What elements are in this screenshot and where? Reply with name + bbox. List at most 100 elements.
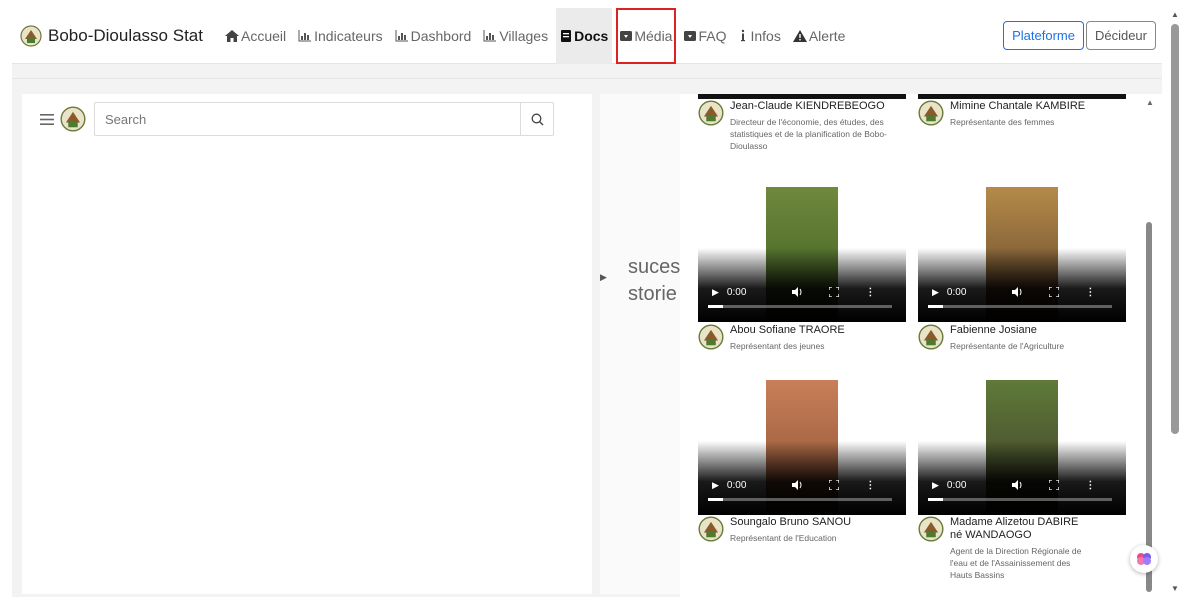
volume-icon[interactable] (792, 480, 803, 490)
fullscreen-icon[interactable] (829, 287, 840, 297)
video-time: 0:00 (946, 286, 967, 298)
play-icon[interactable]: ▶ (712, 287, 719, 298)
fullscreen-icon[interactable] (1049, 287, 1060, 297)
person-role: Représentante de l'Agriculture (950, 341, 1065, 351)
nav-dashbord[interactable]: Dashbord (391, 8, 476, 64)
fullscreen-icon[interactable] (829, 480, 840, 490)
expand-caret-icon[interactable]: ▶ (600, 272, 607, 283)
video-controls: ▶ 0:00 ⋮ (698, 441, 906, 515)
menu-icon[interactable] (40, 109, 54, 130)
volume-icon[interactable] (1012, 287, 1023, 297)
sidebar (22, 94, 592, 594)
nav-right: Plateforme Décideur (1001, 21, 1156, 50)
story-title: suces storie (628, 254, 680, 308)
video-icon (620, 30, 633, 42)
city-logo-icon (60, 106, 86, 132)
person-name: Jean-Claude KIENDREBEOGO (730, 100, 885, 112)
volume-icon[interactable] (1012, 480, 1023, 490)
nav-label: Infos (750, 27, 781, 44)
person-role: Représentante des femmes (950, 117, 1055, 127)
nav-infos[interactable]: Infos (734, 8, 784, 64)
scrollbar-thumb[interactable] (1146, 222, 1152, 592)
more-options-icon[interactable]: ⋮ (865, 287, 875, 298)
person-name: Madame Alizetou DABIRE né WANDAOGO (950, 516, 1079, 541)
video-player[interactable]: ▶ 0:00 ⋮ (698, 380, 906, 515)
assistant-button[interactable] (1130, 545, 1158, 573)
city-logo-icon (918, 516, 944, 542)
navbar: Bobo-Dioulasso Stat Accueil Indicateurs … (12, 7, 1162, 64)
nav-faq[interactable]: FAQ (680, 8, 730, 64)
volume-icon[interactable] (792, 287, 803, 297)
play-icon[interactable]: ▶ (932, 480, 939, 491)
person-name: Mimine Chantale KAMBIRE (950, 100, 1086, 112)
nav-indicateurs[interactable]: Indicateurs (294, 8, 386, 64)
warning-icon (792, 29, 807, 42)
search-input[interactable] (95, 110, 520, 128)
scrollbar-thumb[interactable] (1171, 24, 1179, 434)
video-bottom-edge (698, 94, 906, 99)
nav-label: Villages (499, 27, 549, 44)
more-options-icon[interactable]: ⋮ (1085, 287, 1095, 298)
person-role: Agent de la Direction Régionale de l'eau… (950, 546, 1082, 580)
person-card: Abou Sofiane TRAORE Représentant des jeu… (698, 324, 908, 352)
search-button[interactable] (520, 103, 553, 135)
video-time: 0:00 (726, 286, 747, 298)
more-options-icon[interactable]: ⋮ (865, 480, 875, 491)
scroll-up-icon[interactable]: ▲ (1171, 10, 1179, 19)
city-logo-icon (698, 324, 724, 350)
city-logo-icon (698, 516, 724, 542)
person-name: Abou Sofiane TRAORE (730, 324, 845, 336)
video-controls: ▶ 0:00 ⋮ (918, 441, 1126, 515)
video-progress[interactable] (708, 305, 892, 308)
nav-accueil[interactable]: Accueil (221, 8, 290, 64)
play-icon[interactable]: ▶ (712, 480, 719, 491)
brand[interactable]: Bobo-Dioulasso Stat (20, 24, 203, 47)
book-icon (560, 29, 572, 42)
page-scrollbar[interactable]: ▲ ▼ (1166, 0, 1184, 597)
nav-label: Dashbord (410, 27, 472, 44)
media-scrollbar[interactable]: ▲ (1142, 96, 1158, 596)
fullscreen-icon[interactable] (1049, 480, 1060, 490)
nav-villages[interactable]: Villages (479, 8, 552, 64)
nav-label: Média (634, 27, 673, 44)
city-logo-icon (918, 324, 944, 350)
person-name: Fabienne Josiane (950, 324, 1037, 336)
video-player[interactable]: ▶ 0:00 ⋮ (918, 187, 1126, 322)
bar-chart-icon (483, 29, 497, 42)
person-name: Soungalo Bruno SANOU (730, 516, 852, 528)
video-player[interactable]: ▶ 0:00 ⋮ (698, 187, 906, 322)
person-card: Soungalo Bruno SANOU Représentant de l'E… (698, 516, 908, 544)
story-line: storie (628, 283, 677, 305)
video-player[interactable]: ▶ 0:00 ⋮ (918, 380, 1126, 515)
play-icon[interactable]: ▶ (932, 287, 939, 298)
scroll-up-icon[interactable]: ▲ (1146, 98, 1154, 107)
scroll-down-icon[interactable]: ▼ (1171, 584, 1179, 593)
person-role: Représentant de l'Education (730, 533, 837, 543)
person-role: Représentant des jeunes (730, 341, 825, 351)
person-role: Directeur de l'économie, des études, des… (730, 117, 887, 151)
person-card: Jean-Claude KIENDREBEOGO Directeur de l'… (698, 100, 908, 152)
bar-chart-icon (298, 29, 312, 42)
person-card: Madame Alizetou DABIRE né WANDAOGO Agent… (918, 516, 1088, 581)
city-logo-icon (20, 24, 42, 47)
nav-label: FAQ (698, 27, 727, 44)
video-bottom-edge (918, 94, 1126, 99)
nav-docs[interactable]: Docs (556, 7, 613, 64)
search-box (94, 102, 554, 136)
nav-media[interactable]: Média (616, 7, 677, 64)
story-panel: ▶ suces storie (600, 94, 680, 594)
home-icon (224, 29, 239, 42)
video-controls: ▶ 0:00 ⋮ (698, 248, 906, 322)
video-progress[interactable] (708, 498, 892, 501)
video-progress[interactable] (928, 305, 1112, 308)
video-progress[interactable] (928, 498, 1112, 501)
nav-label: Alerte (808, 27, 846, 44)
more-options-icon[interactable]: ⋮ (1085, 480, 1095, 491)
video-icon (684, 30, 697, 42)
search-row (40, 102, 554, 136)
info-icon (738, 29, 748, 42)
decider-button[interactable]: Décideur (1085, 21, 1156, 50)
nav-alerte[interactable]: Alerte (789, 8, 850, 64)
platform-button[interactable]: Plateforme (1003, 21, 1084, 50)
nav-label: Docs (574, 27, 609, 44)
